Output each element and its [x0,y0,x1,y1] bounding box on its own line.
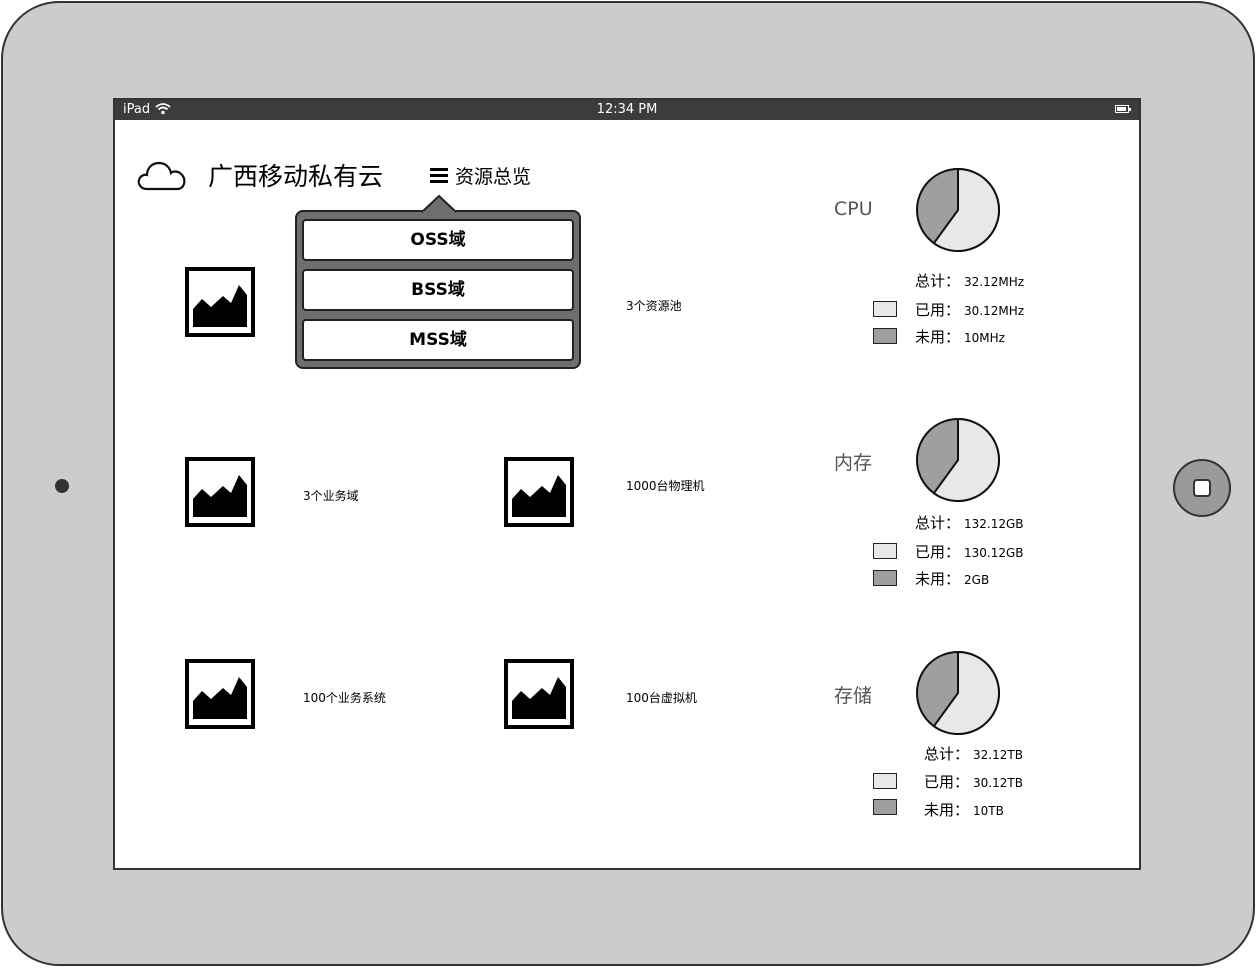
status-time: 12:34 PM [596,102,658,117]
legend-free-swatch [873,799,897,815]
cpu-free: 未用： 10MHz [915,328,1005,346]
image-placeholder-icon [185,457,255,527]
storage-used: 已用： 30.12TB [924,773,1023,791]
business-systems-label: 100个业务系统 [303,691,386,705]
battery-icon [1115,105,1131,113]
storage-free: 未用： 10TB [924,801,1004,819]
memory-free: 未用： 2GB [915,570,990,588]
memory-used: 已用： 130.12GB [915,543,1024,561]
overview-menu-button[interactable]: 资源总览 [430,162,531,189]
menu-icon [430,168,448,183]
storage-pie-chart [916,650,1000,735]
image-placeholder-icon [185,659,255,729]
memory-title: 内存 [834,452,873,474]
cpu-used: 已用： 30.12MHz [915,301,1025,319]
legend-used-swatch [873,301,897,317]
camera-icon [55,479,69,493]
cpu-title: CPU [834,198,873,220]
cpu-pie-chart [916,167,1000,252]
screen: iPad 12:34 PM 广西移动私有云 资源总览 OSS域 BSS域 MSS… [113,98,1141,870]
image-placeholder-icon [185,267,255,337]
image-placeholder-icon [504,457,574,527]
virtual-machines-label: 100台虚拟机 [626,691,697,705]
legend-used-swatch [873,543,897,559]
cpu-total: 总计： 32.12MHz [915,272,1025,290]
home-button[interactable] [1173,459,1231,517]
dropdown-item-mss[interactable]: MSS域 [302,319,574,361]
dropdown-item-bss[interactable]: BSS域 [302,269,574,311]
memory-pie-chart [916,417,1000,502]
legend-free-swatch [873,570,897,586]
business-domains-label: 3个业务域 [303,489,359,503]
legend-free-swatch [873,328,897,344]
dropdown-item-oss[interactable]: OSS域 [302,219,574,261]
domain-dropdown: OSS域 BSS域 MSS域 [295,195,581,369]
storage-total: 总计： 32.12TB [924,745,1023,763]
status-bar: iPad 12:34 PM [115,100,1139,120]
storage-title: 存储 [834,685,873,707]
memory-total: 总计： 132.12GB [915,514,1024,532]
legend-used-swatch [873,773,897,789]
cloud-icon [137,158,187,196]
image-placeholder-icon [504,659,574,729]
home-button-icon [1193,479,1211,497]
resource-pools-label: 3个资源池 [626,299,682,313]
physical-machines-label: 1000台物理机 [626,479,705,493]
brand-title: 广西移动私有云 [208,162,384,191]
overview-menu-label: 资源总览 [455,166,532,188]
